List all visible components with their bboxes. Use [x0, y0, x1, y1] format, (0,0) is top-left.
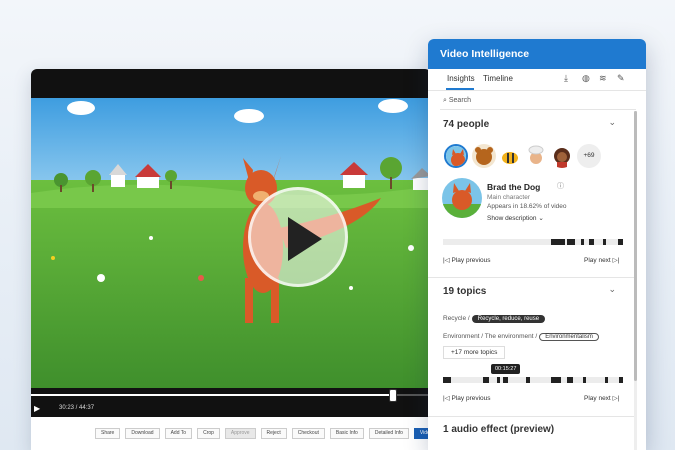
- show-description-label: Show description: [487, 215, 537, 222]
- skip-previous-icon: |◁: [443, 257, 450, 264]
- timeline-segment[interactable]: [581, 239, 584, 245]
- edit-icon[interactable]: ✎: [617, 73, 625, 84]
- seek-handle[interactable]: [389, 389, 397, 402]
- person-role: Main character: [487, 194, 530, 201]
- video-player[interactable]: ▶ 30:23 / 44:37 Share Download Add To Cr…: [31, 69, 431, 450]
- more-topics-button[interactable]: +17 more topics: [443, 346, 506, 359]
- avatar-chef[interactable]: [524, 144, 548, 168]
- skip-previous-icon: |◁: [443, 395, 450, 402]
- scrollbar-thumb[interactable]: [634, 111, 637, 381]
- chevron-down-icon: ⌄: [538, 215, 544, 222]
- add-to-button[interactable]: Add To: [164, 428, 193, 439]
- reject-button[interactable]: Reject: [260, 428, 287, 439]
- globe-icon[interactable]: ◍: [582, 73, 590, 84]
- section-divider: [428, 277, 634, 278]
- timeline-segment[interactable]: [551, 239, 565, 245]
- timeline-segment[interactable]: [603, 239, 606, 245]
- timeline-segment[interactable]: [483, 377, 489, 383]
- timeline-segment[interactable]: [583, 377, 586, 383]
- search-field[interactable]: ⌕ Search: [443, 97, 471, 105]
- play-next-label: Play next: [584, 257, 611, 264]
- people-play-previous[interactable]: |◁ Play previous: [443, 256, 491, 264]
- play-next-label: Play next: [584, 395, 611, 402]
- checkout-button[interactable]: Checkout: [291, 428, 325, 439]
- topic-pill-selected[interactable]: Recycle, reduce, reuse: [471, 315, 546, 323]
- show-description-link[interactable]: Show description ⌄: [487, 214, 544, 222]
- info-icon[interactable]: ⓘ: [557, 181, 564, 191]
- time-display: 30:23 / 44:37: [59, 405, 95, 411]
- skip-next-icon: ▷|: [612, 257, 620, 264]
- chevron-down-icon[interactable]: ⌄: [608, 117, 616, 128]
- play-previous-label: Play previous: [451, 395, 491, 402]
- avatar-bee[interactable]: [498, 144, 522, 168]
- timeline-segment[interactable]: [589, 239, 594, 245]
- selected-person-avatar: [442, 178, 482, 218]
- play-previous-label: Play previous: [451, 257, 491, 264]
- timeline-segment[interactable]: [497, 377, 500, 383]
- play-icon-small[interactable]: ▶: [34, 404, 40, 413]
- seek-progress: [31, 394, 392, 396]
- asset-action-bar: Share Download Add To Crop Approve Rejec…: [31, 417, 431, 450]
- topics-play-previous[interactable]: |◁ Play previous: [443, 394, 491, 402]
- video-intelligence-panel: Video Intelligence Insights Timeline ⤓ ◍…: [428, 39, 646, 450]
- avatar-brad[interactable]: [444, 144, 468, 168]
- timeline-segment[interactable]: [443, 377, 451, 383]
- share-button[interactable]: Share: [95, 428, 121, 439]
- topic-path: Recycle /: [443, 315, 470, 322]
- topic-pill[interactable]: Environmentalism: [539, 333, 599, 341]
- tabs-bar: Insights Timeline ⤓ ◍ ≋ ✎: [428, 69, 646, 91]
- search-icon: ⌕: [443, 97, 447, 104]
- timestamp-tooltip: 00:15:27: [491, 364, 521, 374]
- topic-appearance-timeline[interactable]: [443, 377, 623, 383]
- topics-heading: 19 topics: [443, 286, 487, 297]
- detailed-info-button[interactable]: Detailed Info: [368, 428, 409, 439]
- crop-button[interactable]: Crop: [197, 428, 220, 439]
- section-divider: [428, 416, 634, 417]
- timeline-segment[interactable]: [551, 377, 561, 383]
- panel-title: Video Intelligence: [428, 39, 646, 69]
- topic-path: Environment / The environment /: [443, 333, 538, 340]
- skip-next-icon: ▷|: [612, 395, 620, 402]
- tab-insights[interactable]: Insights: [447, 74, 475, 83]
- search-placeholder: Search: [448, 97, 472, 104]
- person-name: Brad the Dog: [487, 182, 541, 192]
- timeline-segment[interactable]: [619, 377, 623, 383]
- download-icon[interactable]: ⤓: [564, 73, 568, 84]
- audio-effects-heading: 1 audio effect (preview): [443, 424, 555, 435]
- video-frame[interactable]: [31, 98, 431, 388]
- active-tab-indicator: [446, 88, 474, 90]
- timeline-segment[interactable]: [618, 239, 623, 245]
- tab-timeline[interactable]: Timeline: [483, 74, 513, 83]
- chevron-down-icon[interactable]: ⌄: [608, 284, 616, 295]
- more-people-badge[interactable]: +69: [577, 144, 601, 168]
- approve-button[interactable]: Approve: [224, 428, 256, 439]
- people-play-next[interactable]: Play next ▷|: [584, 256, 619, 264]
- person-appearance-timeline[interactable]: [443, 239, 623, 245]
- layers-icon[interactable]: ≋: [599, 73, 607, 84]
- play-button-large[interactable]: [248, 187, 348, 287]
- timeline-segment[interactable]: [567, 239, 575, 245]
- avatar-bear[interactable]: [472, 144, 496, 168]
- timeline-segment[interactable]: [567, 377, 573, 383]
- person-appearance: Appears in 18.62% of video: [487, 203, 567, 210]
- topics-play-next[interactable]: Play next ▷|: [584, 394, 619, 402]
- timeline-segment[interactable]: [605, 377, 608, 383]
- basic-info-button[interactable]: Basic Info: [329, 428, 364, 439]
- timeline-segment[interactable]: [526, 377, 530, 383]
- topic-row-recycle: Recycle / Recycle, reduce, reuse: [443, 315, 546, 323]
- people-heading: 74 people: [443, 119, 490, 130]
- download-button[interactable]: Download: [125, 428, 160, 439]
- timeline-segment[interactable]: [503, 377, 508, 383]
- current-time: 30:23: [59, 405, 75, 411]
- play-icon: [288, 217, 322, 261]
- avatar-girl[interactable]: [550, 144, 574, 168]
- total-time: 44:37: [79, 405, 95, 411]
- search-underline: [440, 109, 636, 110]
- player-control-bar: ▶ 30:23 / 44:37: [31, 388, 431, 417]
- topic-row-environment: Environment / The environment / Environme…: [443, 333, 599, 341]
- player-top-bar: [31, 69, 431, 98]
